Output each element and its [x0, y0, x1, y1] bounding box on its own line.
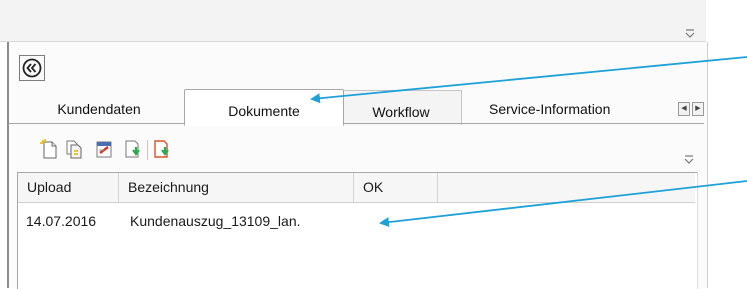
tab-kundendaten[interactable]: Kundendaten [19, 88, 179, 123]
column-header-upload[interactable]: Upload [18, 173, 119, 202]
edit-document-icon[interactable] [93, 138, 115, 160]
copy-document-icon[interactable] [63, 138, 85, 160]
tab-dokumente[interactable]: Dokumente [184, 89, 344, 126]
collapse-panel-button[interactable] [19, 55, 45, 81]
cell-upload-date: 14.07.2016 [26, 213, 97, 229]
top-bar [0, 0, 706, 42]
column-header-ok[interactable]: OK [354, 173, 438, 202]
column-header-bezeichnung[interactable]: Bezeichnung [119, 173, 354, 202]
grid-header: Upload Bezeichnung OK [18, 173, 695, 203]
tab-scroll-right-button[interactable]: ▶ [692, 102, 704, 116]
tab-strip: Kundendaten Dokumente Workflow Service-I… [9, 88, 704, 126]
document-toolbar [30, 134, 230, 164]
tab-workflow[interactable]: Workflow [341, 90, 462, 125]
import-document-icon[interactable] [123, 138, 145, 160]
table-row[interactable]: 14.07.2016 Kundenauszug_13109_lan. [18, 208, 695, 234]
new-document-icon[interactable] [38, 138, 60, 160]
toolbar-collapse-chevron-icon[interactable] [682, 152, 696, 166]
cell-bezeichnung: Kundenauszug_13109_lan. [130, 213, 301, 229]
double-chevron-left-icon [22, 58, 42, 78]
tab-scroll-left-button[interactable]: ◀ [678, 102, 690, 116]
tab-baseline [9, 123, 704, 124]
toolbar-separator [147, 140, 148, 160]
tab-service-information[interactable]: Service-Information [465, 88, 680, 123]
export-document-icon[interactable] [152, 138, 174, 160]
collapse-chevron-icon[interactable] [683, 26, 697, 40]
